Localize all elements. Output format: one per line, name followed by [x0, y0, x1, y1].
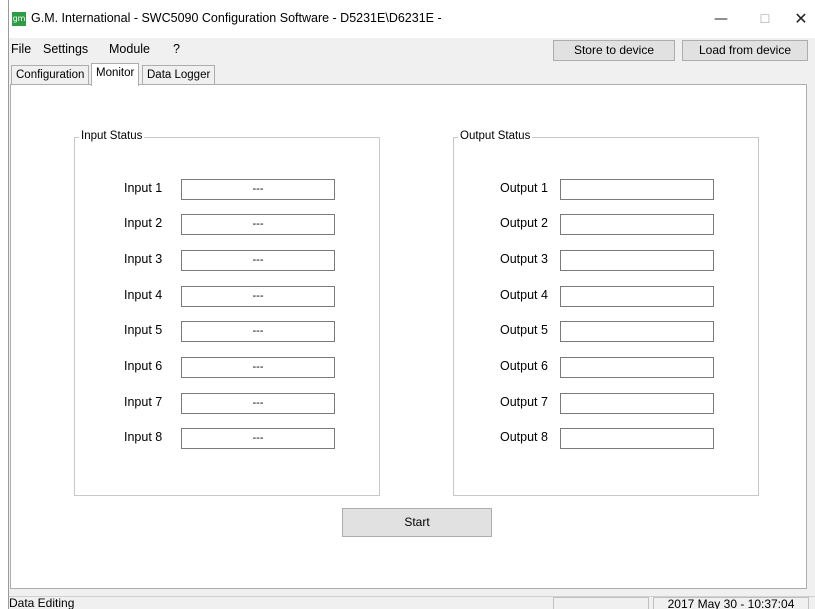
tab-strip: Configuration Monitor Data Logger: [9, 63, 815, 86]
menu-module[interactable]: Module: [109, 42, 150, 56]
output-label: Output 4: [500, 288, 548, 302]
input-status-title: Input Status: [79, 130, 145, 142]
input-value-field: ---: [181, 286, 335, 307]
input-label: Input 1: [124, 181, 163, 195]
status-datetime: 2017 May 30 - 10:37:04: [653, 597, 809, 609]
minimize-icon[interactable]: —: [699, 8, 743, 30]
title-bar: gm G.M. International - SWC5090 Configur…: [9, 0, 815, 38]
output-status-title: Output Status: [458, 130, 533, 142]
output-value-field: [560, 250, 714, 271]
output-label: Output 8: [500, 430, 548, 444]
window-title: G.M. International - SWC5090 Configurati…: [31, 11, 442, 25]
output-label: Output 6: [500, 359, 548, 373]
input-label: Input 2: [124, 216, 163, 230]
output-label: Output 1: [500, 181, 548, 195]
input-value-field: ---: [181, 428, 335, 449]
output-label: Output 2: [500, 216, 548, 230]
input-row-8: Input 8 ---: [75, 428, 381, 449]
input-row-4: Input 4 ---: [75, 286, 381, 307]
menu-settings[interactable]: Settings: [43, 42, 88, 56]
tab-configuration[interactable]: Configuration: [11, 65, 90, 85]
input-label: Input 7: [124, 395, 163, 409]
output-row-3: Output 3: [454, 250, 760, 271]
input-label: Input 5: [124, 323, 163, 337]
output-value-field: [560, 214, 714, 235]
input-value-field: ---: [181, 250, 335, 271]
store-to-device-button[interactable]: Store to device: [553, 40, 675, 61]
input-row-2: Input 2 ---: [75, 214, 381, 235]
input-label: Input 6: [124, 359, 163, 373]
output-row-8: Output 8: [454, 428, 760, 449]
menu-file[interactable]: File: [11, 42, 31, 56]
input-value-field: ---: [181, 179, 335, 200]
start-button[interactable]: Start: [342, 508, 492, 537]
tab-monitor[interactable]: Monitor: [91, 63, 140, 86]
output-value-field: [560, 286, 714, 307]
output-row-1: Output 1: [454, 179, 760, 200]
input-label: Input 3: [124, 252, 163, 266]
close-icon[interactable]: ✕: [779, 8, 815, 30]
output-value-field: [560, 321, 714, 342]
input-label: Input 8: [124, 430, 163, 444]
app-logo-icon: gm: [12, 12, 26, 26]
tab-data-logger[interactable]: Data Logger: [142, 65, 216, 85]
output-row-4: Output 4: [454, 286, 760, 307]
input-value-field: ---: [181, 321, 335, 342]
input-row-6: Input 6 ---: [75, 357, 381, 378]
menu-help[interactable]: ?: [173, 42, 180, 56]
output-value-field: [560, 393, 714, 414]
status-mode: Data Editing: [9, 596, 75, 609]
output-row-5: Output 5: [454, 321, 760, 342]
input-value-field: ---: [181, 393, 335, 414]
monitor-panel: Input Status Input 1 --- Input 2 --- Inp…: [10, 84, 807, 589]
input-row-7: Input 7 ---: [75, 393, 381, 414]
output-row-6: Output 6: [454, 357, 760, 378]
output-value-field: [560, 179, 714, 200]
input-row-1: Input 1 ---: [75, 179, 381, 200]
load-from-device-button[interactable]: Load from device: [682, 40, 808, 61]
output-label: Output 5: [500, 323, 548, 337]
output-label: Output 3: [500, 252, 548, 266]
output-status-group: Output Status Output 1 Output 2 Output 3…: [453, 130, 760, 496]
output-row-7: Output 7: [454, 393, 760, 414]
app-window: gm G.M. International - SWC5090 Configur…: [8, 0, 815, 609]
status-panel-middle: [553, 597, 649, 609]
output-label: Output 7: [500, 395, 548, 409]
input-value-field: ---: [181, 214, 335, 235]
input-value-field: ---: [181, 357, 335, 378]
input-label: Input 4: [124, 288, 163, 302]
input-status-group: Input Status Input 1 --- Input 2 --- Inp…: [74, 130, 381, 496]
output-row-2: Output 2: [454, 214, 760, 235]
input-row-5: Input 5 ---: [75, 321, 381, 342]
input-row-3: Input 3 ---: [75, 250, 381, 271]
output-value-field: [560, 357, 714, 378]
output-value-field: [560, 428, 714, 449]
status-bar: Data Editing 2017 May 30 - 10:37:04: [9, 596, 815, 609]
